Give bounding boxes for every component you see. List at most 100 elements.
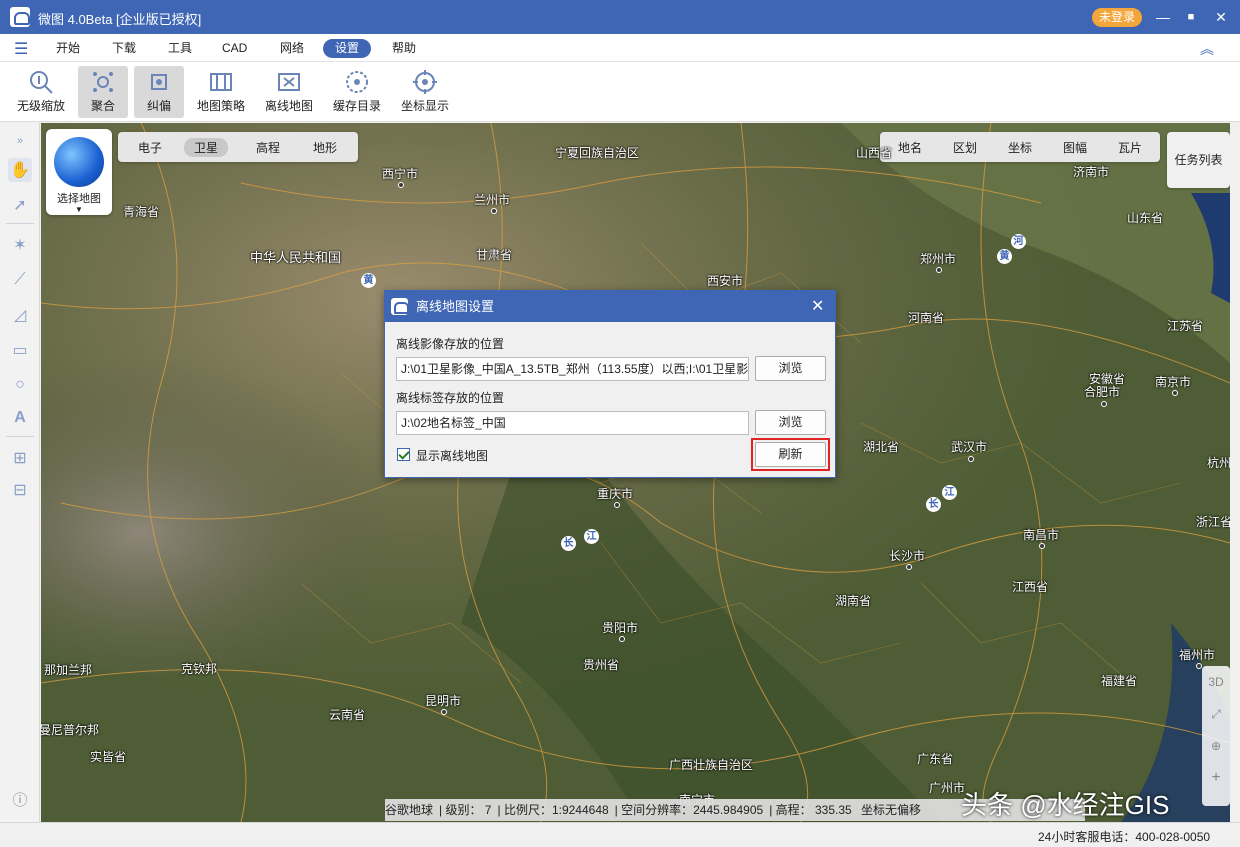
- layer-coordinate[interactable]: 坐标: [1008, 139, 1032, 156]
- stepless-zoom-button[interactable]: 无级缩放: [12, 66, 70, 118]
- place-label: 合肥市: [1084, 385, 1121, 399]
- help-icon[interactable]: ⓘ: [8, 787, 32, 811]
- draw-rectangle-icon[interactable]: ▭: [8, 338, 32, 362]
- task-list-button[interactable]: 任务列表: [1167, 132, 1230, 188]
- offline-map-label: 离线地图: [264, 99, 313, 113]
- place-label: 长沙市: [889, 549, 926, 563]
- pan-hand-icon[interactable]: ✋: [8, 158, 32, 182]
- zoom-in-button[interactable]: +: [1202, 762, 1230, 794]
- river-label: 长: [926, 497, 941, 512]
- hamburger-icon[interactable]: ☰: [14, 39, 28, 59]
- offset-correction-button[interactable]: 纠偏: [134, 66, 184, 118]
- map-strategy-button[interactable]: 地图策略: [194, 66, 248, 118]
- divider: [6, 223, 34, 224]
- select-map-button[interactable]: 选择地图 ▼: [46, 129, 112, 215]
- menu-settings[interactable]: 设置: [323, 39, 372, 58]
- map-type-electronic[interactable]: 电子: [138, 139, 162, 156]
- cache-dir-button[interactable]: 缓存目录: [330, 66, 384, 118]
- collapse-ribbon-icon[interactable]: ︽: [1200, 39, 1214, 59]
- place-label: 青海省: [123, 205, 160, 219]
- select-arrow-icon[interactable]: ➚: [8, 193, 32, 217]
- locate-icon[interactable]: ⊕: [1202, 730, 1230, 762]
- show-offline-checkbox[interactable]: [397, 448, 410, 461]
- divider: [6, 436, 34, 437]
- place-label: 实皆省: [90, 750, 127, 764]
- draw-polygon-icon[interactable]: ◿: [8, 303, 32, 327]
- layer-tile[interactable]: 瓦片: [1118, 139, 1142, 156]
- coord-display-button[interactable]: 坐标显示: [398, 66, 452, 118]
- city-marker: [619, 636, 625, 642]
- minimize-button[interactable]: —: [1152, 7, 1174, 27]
- place-label: 中华人民共和国: [250, 250, 342, 265]
- measure-distance-icon[interactable]: ⊞: [8, 446, 32, 470]
- title-bar: 微图 4.0Beta [企业版已授权] 未登录 — ■ ✕: [0, 0, 1240, 34]
- status-resolution: 空间分辨率：2445.984905: [621, 803, 764, 817]
- close-button[interactable]: ✕: [1210, 7, 1232, 27]
- river-label: 河: [1011, 234, 1026, 249]
- dialog-logo-icon: [391, 298, 409, 315]
- draw-line-icon[interactable]: ⟋: [8, 268, 32, 292]
- globe-icon: [54, 137, 104, 187]
- map-type-terrain[interactable]: 地形: [313, 139, 337, 156]
- place-label: 贵阳市: [602, 621, 639, 635]
- map-type-elevation[interactable]: 高程: [256, 139, 280, 156]
- city-marker: [1172, 390, 1178, 396]
- status-scale: 比例尺：1:9244648: [503, 803, 609, 817]
- cluster-icon: [93, 72, 113, 92]
- place-label: 南昌市: [1023, 528, 1060, 542]
- dialog-header[interactable]: 离线地图设置 ✕: [385, 291, 835, 322]
- status-bar: 24小时客服电话：400-028-0050: [0, 822, 1240, 847]
- menu-start[interactable]: 开始: [56, 39, 80, 58]
- place-label: 福建省: [1101, 674, 1138, 688]
- browse-label-button[interactable]: 浏览: [755, 410, 826, 435]
- draw-circle-icon[interactable]: ○: [8, 373, 32, 397]
- layer-sheet[interactable]: 图幅: [1063, 139, 1087, 156]
- layer-placename[interactable]: 地名: [898, 139, 922, 156]
- coord-display-icon: [413, 70, 437, 94]
- 3d-toggle-button[interactable]: 3D: [1202, 666, 1230, 698]
- menu-network[interactable]: 网络: [280, 39, 304, 58]
- menu-help[interactable]: 帮助: [392, 39, 416, 58]
- dialog-close-icon[interactable]: ✕: [811, 291, 824, 322]
- city-marker: [968, 456, 974, 462]
- image-path-input[interactable]: J:\01卫星影像_中国A_13.5TB_郑州（113.55度）以西;I:\01…: [396, 357, 749, 381]
- offline-map-button[interactable]: 离线地图: [262, 66, 316, 118]
- place-label: 宁夏回族自治区: [555, 146, 640, 160]
- place-label: 山东省: [1127, 211, 1164, 225]
- status-coord: 坐标无偏移: [861, 803, 922, 817]
- city-marker: [614, 502, 620, 508]
- draw-text-icon[interactable]: A: [8, 406, 32, 430]
- menu-download[interactable]: 下载: [112, 39, 136, 58]
- layer-district[interactable]: 区划: [953, 139, 977, 156]
- fullscreen-icon[interactable]: ⤢: [1202, 698, 1230, 730]
- show-offline-label: 显示离线地图: [416, 449, 489, 463]
- expand-panel-icon[interactable]: »: [8, 129, 32, 153]
- place-label: 河南省: [908, 311, 945, 325]
- correction-icon: [151, 74, 167, 90]
- menu-tools[interactable]: 工具: [168, 39, 192, 58]
- place-label: 重庆市: [597, 487, 634, 501]
- label-path-input[interactable]: J:\02地名标签_中国: [396, 411, 749, 435]
- login-badge[interactable]: 未登录: [1092, 8, 1142, 27]
- menu-cad[interactable]: CAD: [222, 39, 247, 58]
- place-label: 济南市: [1073, 165, 1110, 179]
- browse-image-button[interactable]: 浏览: [755, 356, 826, 381]
- refresh-button[interactable]: 刷新: [755, 442, 826, 467]
- draw-point-icon[interactable]: ✶: [8, 233, 32, 257]
- place-label: 杭州: [1207, 456, 1230, 470]
- place-label: 甘肃省: [476, 248, 513, 262]
- place-label: 广州市: [929, 781, 966, 795]
- place-label: 曼尼普尔邦: [41, 723, 100, 737]
- maximize-button[interactable]: ■: [1180, 7, 1202, 27]
- label-location-label: 离线标签存放的位置: [396, 391, 505, 405]
- map-controls: 3D ⤢ ⊕ +: [1202, 666, 1230, 806]
- place-label: 西宁市: [382, 167, 419, 181]
- place-label: 湖南省: [835, 594, 872, 608]
- cluster-button[interactable]: 聚合: [78, 66, 128, 118]
- map-strategy-label: 地图策略: [196, 99, 245, 113]
- coord-display-label: 坐标显示: [400, 99, 449, 113]
- map-type-satellite[interactable]: 卫星: [184, 138, 229, 157]
- place-label: 那加兰邦: [44, 663, 93, 677]
- measure-area-icon[interactable]: ⊟: [8, 478, 32, 502]
- offline-map-icon: [278, 73, 300, 91]
